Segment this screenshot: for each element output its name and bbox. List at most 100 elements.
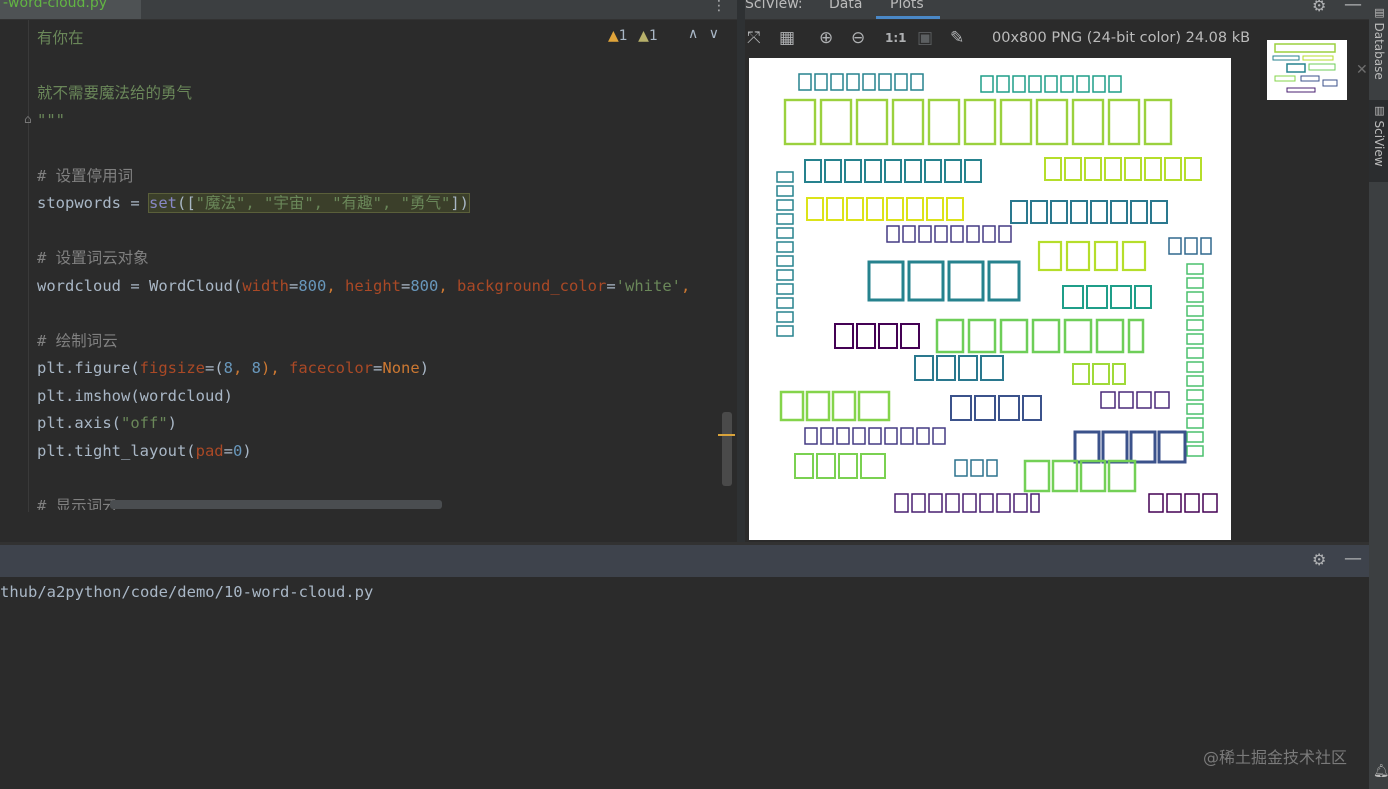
code-token: background_color <box>457 277 607 295</box>
word-big-teal <box>867 260 1021 302</box>
word-row3-teal <box>1010 200 1168 224</box>
color-picker-icon[interactable]: ✎ <box>950 28 964 48</box>
grid-icon[interactable]: ▦ <box>779 28 795 48</box>
code-token: plt.axis( <box>37 414 121 432</box>
code-token: None <box>382 359 420 377</box>
word-purple-right <box>1100 391 1170 409</box>
code-token: set <box>148 194 177 212</box>
editor-tab-label: -word-cloud.py <box>3 0 108 11</box>
word-small-right <box>1168 237 1212 255</box>
code-token: ) <box>419 359 430 377</box>
sciview-settings-gear-icon[interactable]: ⚙ <box>1312 0 1326 15</box>
selection-highlight: set(["魔法", "宇宙", "有趣", "勇气"]) <box>147 193 470 213</box>
code-token: , <box>233 359 252 377</box>
scrollbar-warning-marker[interactable] <box>718 434 735 436</box>
run-panel-header <box>0 545 1369 577</box>
code-token: "off" <box>121 414 168 432</box>
sciview-icon: ▥ <box>1373 104 1386 121</box>
code-line-3: """ <box>37 111 65 129</box>
word-navy-large <box>1073 430 1187 464</box>
word-vertical-left <box>776 171 794 337</box>
plot-thumbnail[interactable] <box>1267 40 1347 100</box>
code-line-9: plt.figure(figsize=(8, 8), facecolor=Non… <box>37 357 429 379</box>
code-token: ) <box>167 414 178 432</box>
word-green-bottom-left <box>794 453 886 479</box>
word-top-left <box>798 73 924 91</box>
word-purple-lower-left <box>804 427 946 445</box>
code-line-2: 就不需要魔法给的勇气 <box>37 84 193 102</box>
code-token: "魔法", "宇宙", "有趣", "勇气" <box>195 194 451 212</box>
editor-horizontal-scrollbar[interactable] <box>110 500 442 509</box>
word-row2-right <box>1044 157 1202 181</box>
code-token: ([ <box>176 194 196 212</box>
word-green-bottom <box>1023 459 1137 493</box>
code-line-5: stopwords = set(["魔法", "宇宙", "有趣", "勇气"]… <box>37 192 470 214</box>
notifications-bell-icon[interactable]: 🔔︎ <box>1373 764 1388 779</box>
code-line-4: # 设置停用词 <box>37 167 134 185</box>
editor-sciview-splitter[interactable] <box>737 0 745 542</box>
zoom-out-icon[interactable]: ⊖ <box>851 28 865 48</box>
warning-count: 1 <box>618 28 628 44</box>
sciview-toolwindow-button[interactable]: ▥ SciView <box>1372 104 1386 167</box>
watermark: @稀土掘金技术社区 <box>1203 748 1348 767</box>
word-small-green <box>1072 363 1126 385</box>
wordcloud-graphic <box>776 73 1218 513</box>
zoom-in-icon[interactable]: ⊕ <box>819 28 833 48</box>
code-token: , <box>326 277 345 295</box>
code-token: pad <box>195 442 224 460</box>
code-token: figsize <box>139 359 205 377</box>
code-token: facecolor <box>289 359 374 377</box>
word-row3-yellow <box>806 197 964 221</box>
code-token: width <box>242 277 289 295</box>
sciview-title: SciView: <box>745 0 803 12</box>
editor-tab-word-cloud[interactable]: -word-cloud.py <box>0 0 141 19</box>
code-line-7: wordcloud = WordCloud(width=800, height=… <box>37 275 690 297</box>
code-token: height <box>345 277 401 295</box>
database-label: Database <box>1372 22 1386 80</box>
next-highlight-icon[interactable]: ∨ <box>709 26 719 42</box>
code-token: =( <box>204 359 224 377</box>
word-green-mid <box>935 318 1145 354</box>
wordcloud-image <box>749 58 1231 540</box>
code-token: = <box>606 277 616 295</box>
fold-icon[interactable]: ⌂ <box>24 112 32 126</box>
run-hide-icon[interactable]: — <box>1344 548 1362 569</box>
code-token: , <box>438 277 458 295</box>
fit-zoom-icon[interactable]: ⤧ <box>747 28 761 48</box>
word-teal-lower <box>914 355 1004 381</box>
database-toolwindow-button[interactable]: ▤ Database <box>1372 6 1386 80</box>
word-small-center <box>954 459 998 477</box>
code-line-8: # 绘制词云 <box>37 332 118 350</box>
sciview-hide-icon[interactable]: — <box>1344 0 1362 15</box>
tab-data[interactable]: Data <box>829 0 862 12</box>
run-console[interactable] <box>0 577 1369 789</box>
run-script-path[interactable]: thub/a2python/code/demo/10-word-cloud.py <box>0 583 373 601</box>
code-token: = <box>401 277 411 295</box>
code-line-13: # 显示词云 <box>37 497 118 510</box>
code-token: 0 <box>232 442 243 460</box>
previous-highlight-icon[interactable]: ∧ <box>688 26 698 42</box>
word-darkpurple-left <box>834 323 920 349</box>
code-token: 8 <box>251 359 262 377</box>
word-row4-purple <box>886 225 1012 243</box>
inspection-widget[interactable]: ▲1 ▲1 <box>608 28 658 44</box>
word-navy-mid <box>950 395 1042 421</box>
word-yellowgreen-mid <box>1037 240 1147 272</box>
code-token: = <box>288 277 299 295</box>
tab-plots[interactable]: Plots <box>890 0 924 12</box>
close-thumbnail-icon[interactable]: ✕ <box>1356 62 1368 78</box>
code-token: 8 <box>223 359 233 377</box>
weak-warning-count: 1 <box>648 28 658 44</box>
editor-vertical-scrollbar[interactable] <box>722 412 732 486</box>
word-top-right <box>980 75 1122 93</box>
tab-menu-icon[interactable]: ⋮ <box>712 0 726 14</box>
warning-icon: ▲ <box>608 28 619 44</box>
background-toggle-icon[interactable]: ▣ <box>917 28 933 48</box>
editor-gutter <box>28 20 29 512</box>
sciview-header: SciView: Data Plots <box>745 0 1369 20</box>
actual-size-icon[interactable]: 1:1 <box>885 31 907 45</box>
highlight-nav[interactable]: ∧ ∨ <box>688 26 719 42</box>
run-settings-gear-icon[interactable]: ⚙ <box>1312 550 1326 569</box>
word-large-green <box>783 98 1173 146</box>
word-green-left <box>779 390 891 422</box>
